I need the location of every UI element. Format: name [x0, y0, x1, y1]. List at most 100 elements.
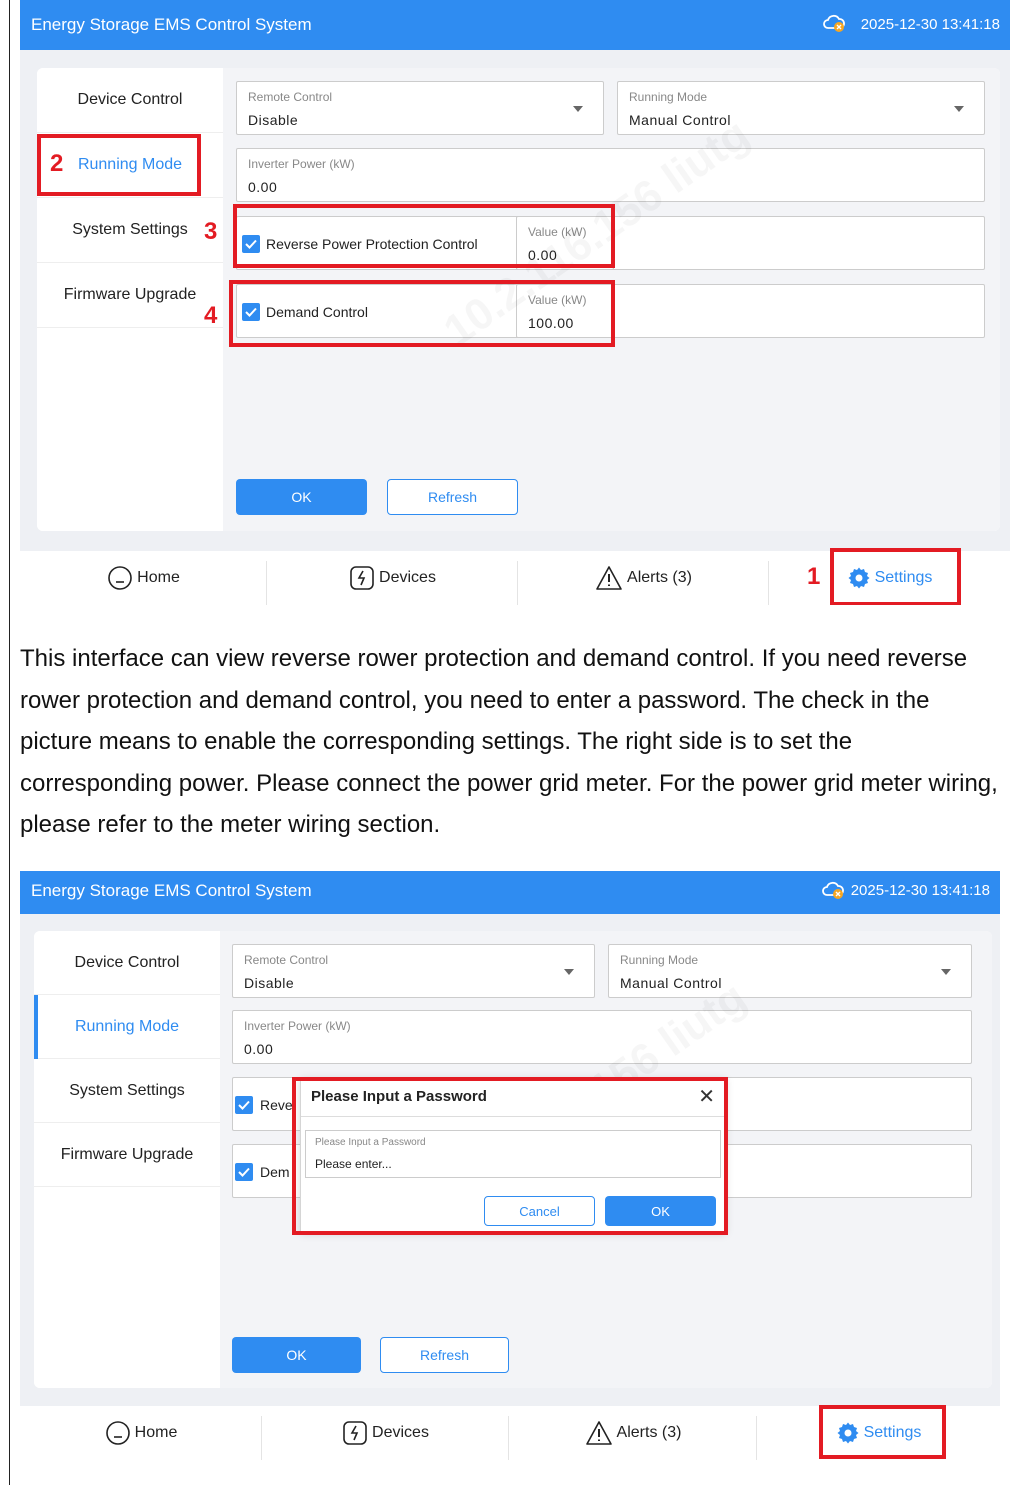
sidebar-item-firmware-upgrade[interactable]: Firmware Upgrade: [34, 1123, 220, 1187]
tab-settings[interactable]: Settings: [769, 551, 1010, 605]
remote-control-select[interactable]: Remote Control Disable: [236, 81, 604, 135]
chevron-down-icon: [941, 969, 951, 975]
document-page: Energy Storage EMS Control System 2025-1…: [0, 0, 1011, 1485]
tab-label: Home: [137, 569, 180, 586]
annotation-number-2: 2: [50, 150, 64, 177]
sidebar-item-label: System Settings: [69, 1081, 185, 1099]
password-input[interactable]: Please Input a Password Please enter...: [305, 1130, 721, 1178]
cloud-offline-icon: [821, 880, 845, 900]
tab-devices[interactable]: Devices: [262, 1406, 509, 1460]
screenshot-password-dialog: Energy Storage EMS Control System 2025-1…: [20, 871, 1000, 1460]
close-icon[interactable]: ✕: [698, 1084, 715, 1109]
alert-icon: [585, 1421, 612, 1445]
tab-settings[interactable]: Settings: [757, 1406, 1000, 1460]
chevron-down-icon: [564, 969, 574, 975]
field-label: Inverter Power (kW): [244, 1019, 351, 1033]
main-panel: Remote Control Disable Running Mode Manu…: [223, 68, 1000, 531]
title-bar: Energy Storage EMS Control System 2025-1…: [20, 0, 1010, 50]
tab-label: Alerts (3): [627, 569, 692, 586]
devices-icon: [343, 1421, 367, 1445]
tab-label: Devices: [372, 1424, 429, 1441]
tab-alerts[interactable]: Alerts (3): [518, 551, 769, 605]
tab-alerts[interactable]: Alerts (3): [509, 1406, 757, 1460]
sidebar-item-running-mode[interactable]: Running Mode: [37, 133, 223, 198]
sidebar-item-label: Device Control: [77, 91, 183, 108]
tab-label: Devices: [379, 569, 436, 586]
sidebar-item-label: Firmware Upgrade: [63, 286, 197, 303]
dialog-title: Please Input a Password: [311, 1088, 487, 1105]
bottom-tab-bar: Home Devices Alerts (3) Settings: [20, 1406, 1000, 1460]
sidebar-item-label: Running Mode: [77, 156, 183, 173]
tab-label: Settings: [863, 1424, 922, 1441]
running-mode-select[interactable]: Running Mode Manual Control: [608, 944, 972, 998]
inverter-power-input[interactable]: Inverter Power (kW) 0.00: [232, 1010, 972, 1064]
dialog-ok-button[interactable]: OK: [605, 1196, 716, 1226]
bottom-tab-bar: Home Devices Alerts (3) Settings: [20, 551, 1010, 605]
refresh-button[interactable]: Refresh: [380, 1337, 509, 1373]
reverse-power-checkbox[interactable]: [242, 235, 260, 253]
sidebar-item-system-settings[interactable]: System Settings: [34, 1059, 220, 1123]
sidebar-item-system-settings[interactable]: System Settings: [37, 198, 223, 263]
field-value: Disable: [244, 975, 295, 991]
field-value: 0.00: [248, 179, 278, 195]
ok-button[interactable]: OK: [232, 1337, 361, 1373]
content-card: Device Control Running Mode System Setti…: [37, 68, 1000, 531]
app-title: Energy Storage EMS Control System: [31, 15, 312, 34]
datetime: 2025-12-30 13:41:18: [850, 882, 990, 899]
field-label: Please Input a Password: [315, 1137, 426, 1148]
tab-home[interactable]: Home: [20, 551, 267, 605]
demand-control-row: Demand Control Value (kW) 100.00: [236, 284, 985, 338]
sidebar: Device Control Running Mode System Setti…: [34, 931, 220, 1388]
page-border: [9, 0, 10, 1485]
gear-icon: [848, 567, 870, 589]
reverse-power-label: Reve: [260, 1097, 293, 1113]
field-value: 100.00: [528, 315, 574, 331]
field-label: Remote Control: [244, 953, 329, 967]
ok-button[interactable]: OK: [236, 479, 367, 515]
home-icon: [108, 566, 132, 590]
dialog-divider: [301, 1116, 725, 1117]
sidebar-item-device-control[interactable]: Device Control: [37, 68, 223, 133]
sidebar-item-label: Running Mode: [74, 1017, 180, 1035]
chevron-down-icon: [573, 106, 583, 112]
demand-control-checkbox[interactable]: [242, 303, 260, 321]
gear-icon: [837, 1422, 859, 1444]
demand-control-label: Demand Control: [266, 304, 368, 320]
datetime: 2025-12-30 13:41:18: [860, 16, 1000, 33]
field-label: Running Mode: [620, 953, 699, 967]
tab-home[interactable]: Home: [20, 1406, 262, 1460]
reverse-power-label: Reverse Power Protection Control: [266, 236, 478, 252]
title-bar: Energy Storage EMS Control System 2025-1…: [20, 871, 1000, 914]
field-label: Running Mode: [629, 90, 708, 104]
sidebar-item-device-control[interactable]: Device Control: [34, 931, 220, 995]
screenshot-settings-running-mode: Energy Storage EMS Control System 2025-1…: [20, 0, 1010, 605]
reverse-power-checkbox[interactable]: [235, 1096, 253, 1114]
tab-label: Alerts (3): [616, 1424, 682, 1441]
refresh-button[interactable]: Refresh: [387, 479, 518, 515]
demand-control-label: Dem: [260, 1164, 290, 1180]
cancel-button[interactable]: Cancel: [484, 1196, 595, 1226]
remote-control-select[interactable]: Remote Control Disable: [232, 944, 595, 998]
field-label: Remote Control: [248, 90, 333, 104]
sidebar-item-firmware-upgrade[interactable]: Firmware Upgrade: [37, 263, 223, 328]
sidebar-item-label: System Settings: [72, 221, 188, 238]
app-title: Energy Storage EMS Control System: [31, 881, 312, 900]
alert-icon: [596, 566, 622, 590]
running-mode-select[interactable]: Running Mode Manual Control: [617, 81, 985, 135]
password-dialog: Please Input a Password ✕ Please Input a…: [300, 1077, 726, 1232]
home-icon: [105, 1421, 130, 1445]
active-indicator: [34, 995, 38, 1059]
sidebar-item-label: Firmware Upgrade: [60, 1145, 194, 1163]
tab-devices[interactable]: Devices: [267, 551, 518, 605]
chevron-down-icon: [954, 106, 964, 112]
tab-label: Settings: [874, 569, 933, 586]
sidebar: Device Control Running Mode System Setti…: [37, 68, 223, 531]
demand-control-checkbox[interactable]: [235, 1163, 253, 1181]
sidebar-item-label: Device Control: [74, 953, 180, 971]
field-value: Disable: [248, 112, 299, 128]
password-placeholder: Please enter...: [315, 1157, 392, 1171]
sidebar-item-running-mode[interactable]: Running Mode: [34, 995, 220, 1059]
devices-icon: [350, 566, 374, 590]
cloud-offline-icon: [822, 13, 846, 33]
description-paragraph: This interface can view reverse rower pr…: [20, 645, 998, 838]
